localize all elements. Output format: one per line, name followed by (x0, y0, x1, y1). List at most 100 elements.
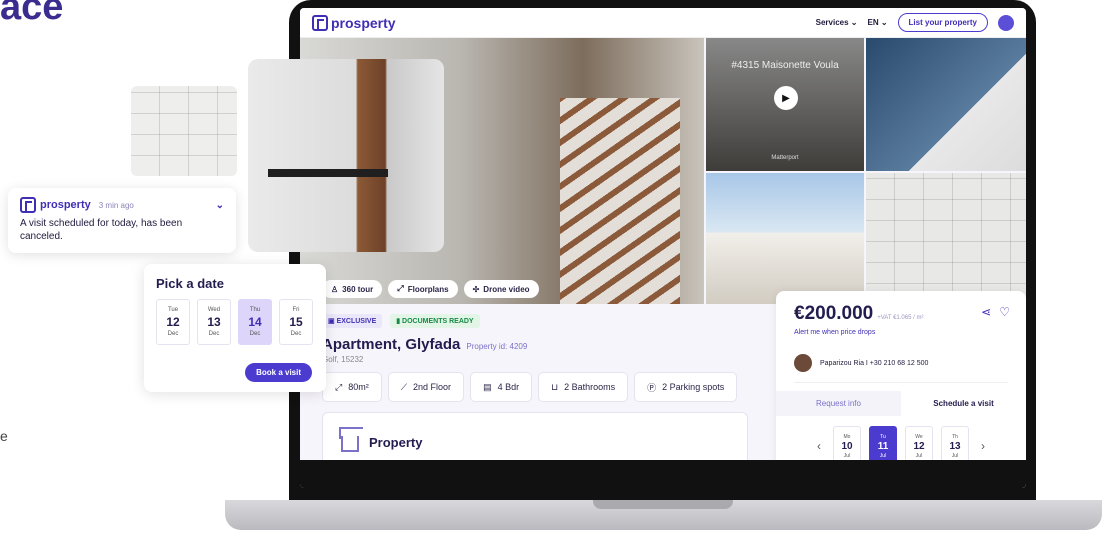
date-option[interactable]: Wed 13 Dec (197, 299, 231, 345)
day-month: Dec (249, 331, 261, 337)
feature-label: 4 Bdr (497, 382, 520, 392)
chip-drone-video[interactable]: ✣ Drone video (463, 280, 539, 298)
logo[interactable]: prosperty (312, 14, 396, 31)
date-picker-title: Pick a date (156, 276, 224, 291)
stairs-icon: ⟋ (400, 381, 408, 392)
price-per-m2: +VAT €1.065 / m² (877, 315, 924, 321)
badge-label: DOCUMENTS READY (402, 318, 474, 325)
feature-row: ⤢ 80m² ⟋ 2nd Floor ▤ 4 Bdr ⊔ 2 Bathrooms Ⓟ 2 … (322, 372, 738, 402)
chip-label: 360 tour (342, 284, 374, 294)
price-value: €200.000 (794, 303, 874, 324)
logo-text: prosperty (331, 14, 396, 31)
day-month: Dec (167, 331, 179, 337)
book-visit-button[interactable]: Book a visit (245, 363, 312, 382)
badge-label: EXCLUSIVE (336, 318, 377, 325)
day-number: 14 (248, 315, 262, 329)
staircase-image (560, 98, 680, 304)
drone-icon: ✣ (472, 284, 480, 294)
logo-icon (312, 14, 328, 31)
floorplan-icon: ⤢ (397, 284, 404, 293)
services-menu[interactable]: Services ⌄ (816, 18, 858, 27)
day-number: 13 (207, 315, 221, 329)
chip-floorplans[interactable]: ⤢ Floorplans (388, 280, 458, 298)
floorplan-photo[interactable] (866, 173, 1026, 304)
day-number: 12 (913, 440, 925, 452)
day-number: 10 (841, 440, 853, 452)
agent-row: Paparizou Ria I +30 210 68 12 500 (794, 354, 1008, 383)
chevron-down-icon[interactable]: ⌄ (216, 200, 224, 211)
property-title: Apartment, Glyfada Property id: 4209 (322, 336, 752, 353)
date-option[interactable]: Tue 12 Dec (156, 299, 190, 345)
tour-title: #4315 Maisonette Voula (731, 60, 839, 71)
house-icon (341, 436, 359, 452)
language-menu[interactable]: EN ⌄ (867, 18, 887, 27)
virtual-tour-thumb[interactable]: #4315 Maisonette Voula ▶ Matterport (706, 38, 864, 171)
listing-details: ▣ EXCLUSIVE ▮ DOCUMENTS READY Apartment,… (322, 314, 752, 364)
parking-icon: Ⓟ (647, 382, 657, 393)
matterport-label: Matterport (771, 155, 799, 161)
day-name: Fri (292, 307, 300, 313)
notification-text: A visit scheduled for today, has been ca… (20, 218, 183, 242)
floorplan-thumbnail (131, 86, 237, 176)
list-property-button[interactable]: List your property (897, 13, 988, 32)
share-icon[interactable]: ⋖ (981, 305, 991, 319)
bed-icon: ▤ (483, 381, 492, 392)
language-label: EN (867, 18, 879, 27)
date-option[interactable]: Fri 15 Dec (279, 299, 313, 345)
media-chips: ♙ 360 tour ⤢ Floorplans ✣ Drone video (322, 280, 539, 298)
date-option-selected[interactable]: Thu 14 Dec (238, 299, 272, 345)
day-month: Dec (290, 331, 302, 337)
heart-icon[interactable]: ♡ (999, 305, 1010, 319)
chevron-left-icon[interactable]: ‹ (813, 439, 825, 453)
badge-exclusive: ▣ EXCLUSIVE (322, 314, 383, 328)
feature-area: ⤢ 80m² (322, 372, 382, 402)
services-label: Services (815, 18, 849, 27)
day-month: Jul (951, 452, 959, 459)
day-month: Jul (915, 452, 923, 459)
day-number: 15 (289, 315, 303, 329)
day-name: Tu (880, 433, 886, 440)
notification-time: 3 min ago (98, 200, 134, 210)
avatar[interactable] (998, 14, 1014, 31)
feature-label: 2 Bathrooms (564, 382, 616, 392)
tab-schedule-visit[interactable]: Schedule a visit (901, 391, 1026, 416)
property-id: Property id: 4209 (466, 342, 528, 351)
notification-card[interactable]: prosperty 3 min ago ⌄ A visit scheduled … (8, 188, 236, 253)
chip-label: Floorplans (407, 284, 449, 294)
bath-icon: ⊔ (551, 381, 559, 392)
notification-brand: prosperty (40, 199, 91, 211)
feature-parking: Ⓟ 2 Parking spots (634, 372, 738, 402)
hero-heading-fragment: ace (0, 0, 64, 28)
day-month: Jul (843, 452, 851, 459)
chevron-right-icon[interactable]: › (977, 439, 989, 453)
tab-request-info[interactable]: Request info (776, 391, 901, 416)
person-icon: ♙ (331, 284, 339, 294)
date-options: Tue 12 Dec Wed 13 Dec Thu 14 Dec Fri 15 Dec (156, 299, 314, 345)
floorplan-lines (866, 173, 1026, 304)
agent-info: Paparizou Ria I +30 210 68 12 500 (820, 359, 929, 367)
play-icon[interactable]: ▶ (774, 86, 798, 110)
day-name: Thu (249, 307, 261, 313)
day-name: Wed (207, 307, 221, 313)
day-number: 11 (877, 440, 889, 452)
feature-bathrooms: ⊔ 2 Bathrooms (538, 372, 629, 402)
day-number: 12 (166, 315, 180, 329)
floorplan-lines (131, 86, 237, 176)
area-icon: ⤢ (335, 381, 343, 392)
side-text-fragment: e (0, 428, 8, 444)
living-room-photo[interactable] (706, 173, 864, 304)
day-name: Mo (843, 433, 851, 440)
day-name: Tue (167, 307, 179, 313)
feature-floor: ⟋ 2nd Floor (387, 372, 465, 402)
price-drop-alert-link[interactable]: Alert me when price drops (794, 329, 1008, 336)
feature-label: 80m² (348, 382, 369, 392)
top-nav: prosperty Services ⌄ EN ⌄ List your prop… (300, 8, 1026, 38)
price-panel: €200.000 +VAT €1.065 / m² ⋖ ♡ Alert me wh… (776, 291, 1026, 488)
price: €200.000 +VAT €1.065 / m² (794, 303, 1008, 325)
day-month: Jul (879, 452, 887, 459)
bathroom-photo[interactable] (866, 38, 1026, 171)
feature-label: 2nd Floor (413, 382, 452, 392)
screen-bottom-bezel (300, 460, 1026, 488)
chip-360-tour[interactable]: ♙ 360 tour (322, 280, 383, 298)
day-name: We (915, 433, 923, 440)
